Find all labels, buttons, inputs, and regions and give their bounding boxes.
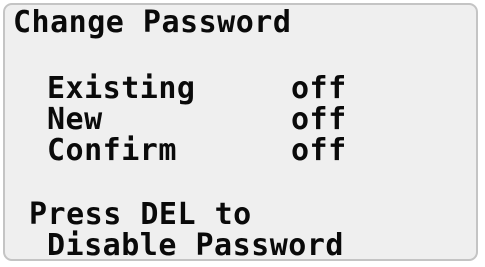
existing-value: off [291, 71, 347, 106]
instruction-line-1: Press DEL to [29, 197, 252, 232]
confirm-value: off [291, 133, 347, 168]
new-value: off [291, 102, 347, 137]
confirm-label: Confirm [47, 133, 177, 168]
new-label: New [47, 102, 103, 137]
existing-label: Existing [47, 71, 196, 106]
instruction-line-2: Disable Password [47, 228, 344, 261]
lcd-screen: Change Password Existing off New off Con… [3, 3, 478, 261]
screen-title: Change Password [13, 5, 292, 40]
